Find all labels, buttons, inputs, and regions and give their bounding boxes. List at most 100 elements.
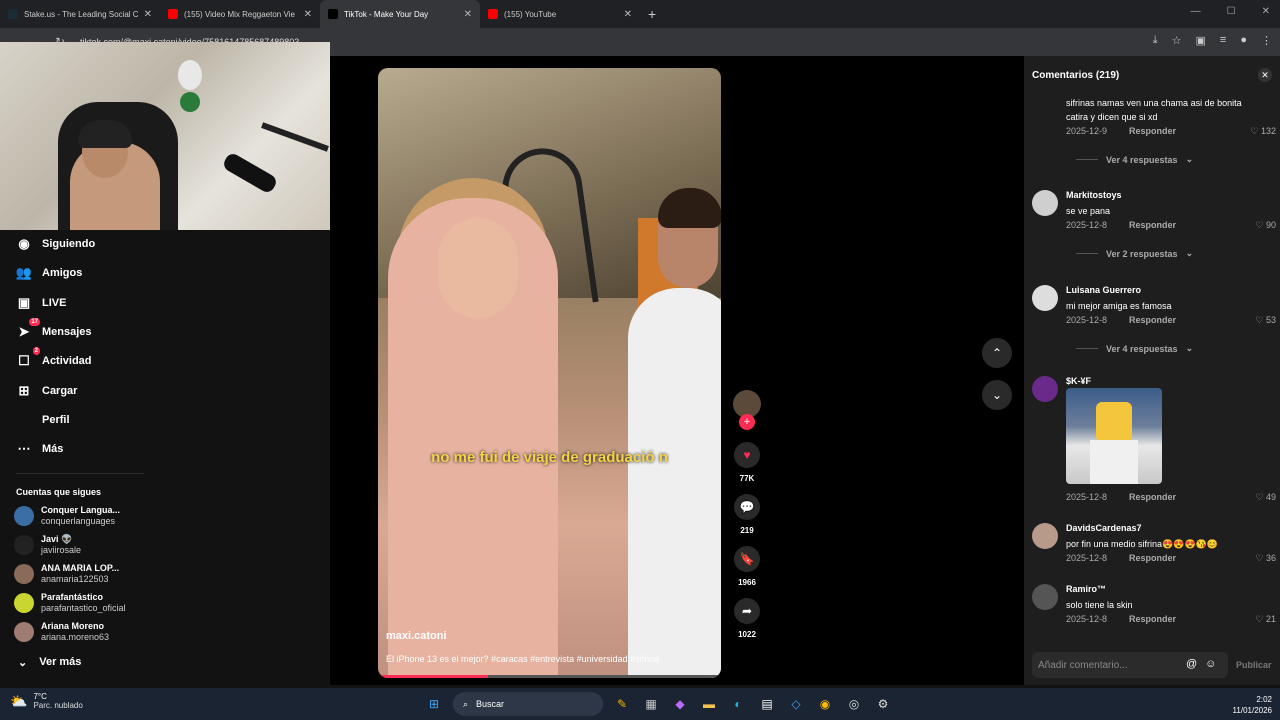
comment-likes[interactable]: ♡ 21	[1255, 614, 1276, 625]
comment-text: sifrinas namas ven una chama asi de boni…	[1066, 98, 1242, 122]
sidebar-item-upload[interactable]: ⊞ Cargar	[16, 383, 78, 399]
comment-likes[interactable]: ♡ 49	[1255, 492, 1276, 503]
obs-icon[interactable]: ◎	[844, 694, 864, 714]
sidebar-item-live[interactable]: ▣ LIVE	[16, 295, 67, 311]
heart-icon: ♡	[1250, 126, 1259, 136]
sidebar-item-activity[interactable]: ☐ 2 Actividad	[16, 347, 92, 369]
avatar[interactable]	[1032, 285, 1058, 311]
comment-username[interactable]: Markitostoys	[1066, 190, 1122, 200]
task-view-icon[interactable]: ▦	[641, 694, 661, 714]
edge-icon[interactable]: ◐	[728, 694, 748, 714]
reply-button[interactable]: Responder	[1129, 553, 1176, 563]
settings-gear-icon[interactable]: ⚙	[873, 694, 893, 714]
store-icon[interactable]: ▤	[757, 694, 777, 714]
avatar[interactable]	[1032, 523, 1058, 549]
reply-button[interactable]: Responder	[1129, 126, 1176, 136]
comment-likes[interactable]: ♡ 132	[1250, 126, 1276, 137]
followed-account[interactable]: Parafantástico parafantastico_oficial	[14, 592, 126, 614]
windows-start-icon[interactable]: ⊞	[424, 694, 444, 714]
account-handle: ariana.moreno63	[41, 632, 110, 642]
pencil-widget-icon[interactable]: ✎	[612, 694, 632, 714]
video-author[interactable]: maxi.catoni	[386, 630, 447, 642]
avatar[interactable]	[1032, 584, 1058, 610]
avatar[interactable]	[1032, 190, 1058, 216]
followed-account[interactable]: Conquer Langua... conquerlanguages	[14, 505, 120, 527]
sidebar-item-messages[interactable]: ➤ 17 Mensajes	[16, 318, 92, 340]
weather-cloud-icon: ⛅	[10, 692, 28, 709]
followed-account[interactable]: ANA MARIA LOP... anamaria122503	[14, 563, 119, 585]
reply-button[interactable]: Responder	[1129, 614, 1176, 624]
emoji-icon[interactable]: ☺	[1205, 658, 1216, 670]
previous-video-button[interactable]: ⌃	[982, 338, 1012, 368]
comments-title: Comentarios (219)	[1032, 70, 1119, 81]
close-tab-icon[interactable]: ✕	[304, 9, 312, 20]
share-icon: ➦	[734, 598, 760, 624]
webcam-overlay	[0, 42, 330, 230]
close-tab-icon[interactable]: ✕	[624, 9, 632, 20]
like-button[interactable]: ♥ 77K	[731, 442, 763, 483]
view-replies-button[interactable]: Ver 2 respuestas ⌄	[1076, 248, 1193, 259]
sidebar-item-more[interactable]: ⋯ Más	[16, 441, 64, 457]
view-replies-button[interactable]: Ver 4 respuestas ⌄	[1076, 343, 1193, 354]
bookmark-button[interactable]: 🔖 1966	[731, 546, 763, 587]
next-video-button[interactable]: ⌄	[982, 380, 1012, 410]
video-description[interactable]: El iPhone 13 es el mejor? #caracas #entr…	[386, 654, 659, 664]
sidebar-item-label: Cargar	[42, 385, 78, 397]
comment-username[interactable]: DavidsCardenas7	[1066, 523, 1142, 533]
browser-tab[interactable]: TikTok - Make Your Day ✕	[320, 0, 480, 28]
comment-button[interactable]: 💬 219	[731, 494, 763, 535]
install-icon[interactable]: ⤓	[1153, 34, 1158, 47]
avatar[interactable]	[1032, 376, 1058, 402]
sidebar-item-following[interactable]: ◉ Siguiendo	[16, 236, 95, 252]
reply-button[interactable]: Responder	[1129, 315, 1176, 325]
file-explorer-icon[interactable]: ▬	[699, 694, 719, 714]
bookmark-star-icon[interactable]: ☆	[1172, 34, 1182, 47]
mention-icon[interactable]: @	[1186, 658, 1197, 670]
close-window-icon[interactable]: ✕	[1262, 6, 1270, 17]
comment-count: 219	[740, 526, 754, 535]
view-replies-button[interactable]: Ver 4 respuestas ⌄	[1076, 154, 1193, 165]
comment-username[interactable]: Luisana Guerrero	[1066, 285, 1141, 295]
video-player[interactable]: no me fui de viaje de graduació n maxi.c…	[378, 68, 721, 678]
extensions-icon[interactable]: ▣	[1196, 34, 1206, 47]
comment-username[interactable]: Ramiro™	[1066, 584, 1106, 594]
publish-button[interactable]: Publicar	[1236, 660, 1272, 670]
maximize-icon[interactable]: ☐	[1227, 6, 1236, 17]
comment-likes[interactable]: ♡ 36	[1255, 553, 1276, 564]
menu-dots-icon[interactable]: ⋮	[1261, 34, 1272, 47]
reply-button[interactable]: Responder	[1129, 492, 1176, 502]
reply-button[interactable]: Responder	[1129, 220, 1176, 230]
minimize-icon[interactable]: —	[1191, 6, 1201, 17]
close-tab-icon[interactable]: ✕	[144, 9, 152, 20]
comment-username[interactable]: $K-¥F	[1066, 376, 1091, 386]
address-bar-actions: ⤓ ☆ ▣ ≡ ● ⋮	[1153, 34, 1272, 47]
media-icon[interactable]: ≡	[1220, 34, 1226, 47]
close-tab-icon[interactable]: ✕	[464, 9, 472, 20]
new-tab-button[interactable]: +	[640, 6, 664, 22]
notification-badge: 2	[32, 347, 40, 355]
profile-avatar-icon[interactable]: ●	[1240, 34, 1247, 47]
avatar	[14, 622, 34, 642]
follow-plus-icon[interactable]: +	[739, 414, 755, 430]
taskbar-search[interactable]: ⌕ Buscar	[453, 692, 603, 716]
followed-account[interactable]: Ariana Moreno ariana.moreno63	[14, 621, 109, 643]
copilot-icon[interactable]: ◆	[670, 694, 690, 714]
followed-account[interactable]: Javi 👽 javiirosale	[14, 534, 81, 556]
sidebar-item-friends[interactable]: 👥 Amigos	[16, 265, 82, 281]
comment-meta: 2025-12-8 Responder	[1066, 315, 1176, 325]
comment-likes[interactable]: ♡ 53	[1255, 315, 1276, 326]
vpn-icon[interactable]: ◇	[786, 694, 806, 714]
browser-tab[interactable]: Stake.us - The Leading Social C ✕	[0, 0, 160, 28]
see-more-button[interactable]: ⌄ Ver más	[18, 656, 81, 669]
comment-likes[interactable]: ♡ 90	[1255, 220, 1276, 231]
close-icon[interactable]: ✕	[1258, 68, 1272, 82]
share-button[interactable]: ➦ 1022	[731, 598, 763, 639]
browser-tab[interactable]: (155) Video Mix Reggaeton Vie ✕	[160, 0, 320, 28]
chrome-icon[interactable]: ◉	[815, 694, 835, 714]
sidebar-item-profile[interactable]: Perfil	[16, 412, 70, 428]
browser-tab[interactable]: (155) YouTube ✕	[480, 0, 640, 28]
system-clock[interactable]: 2:02 11/01/2026	[1233, 694, 1272, 716]
weather-widget[interactable]: ⛅ 7°C Parc. nublado	[10, 692, 83, 710]
video-progress-bar[interactable]	[378, 675, 721, 678]
view-replies-label: Ver 4 respuestas	[1106, 154, 1178, 165]
